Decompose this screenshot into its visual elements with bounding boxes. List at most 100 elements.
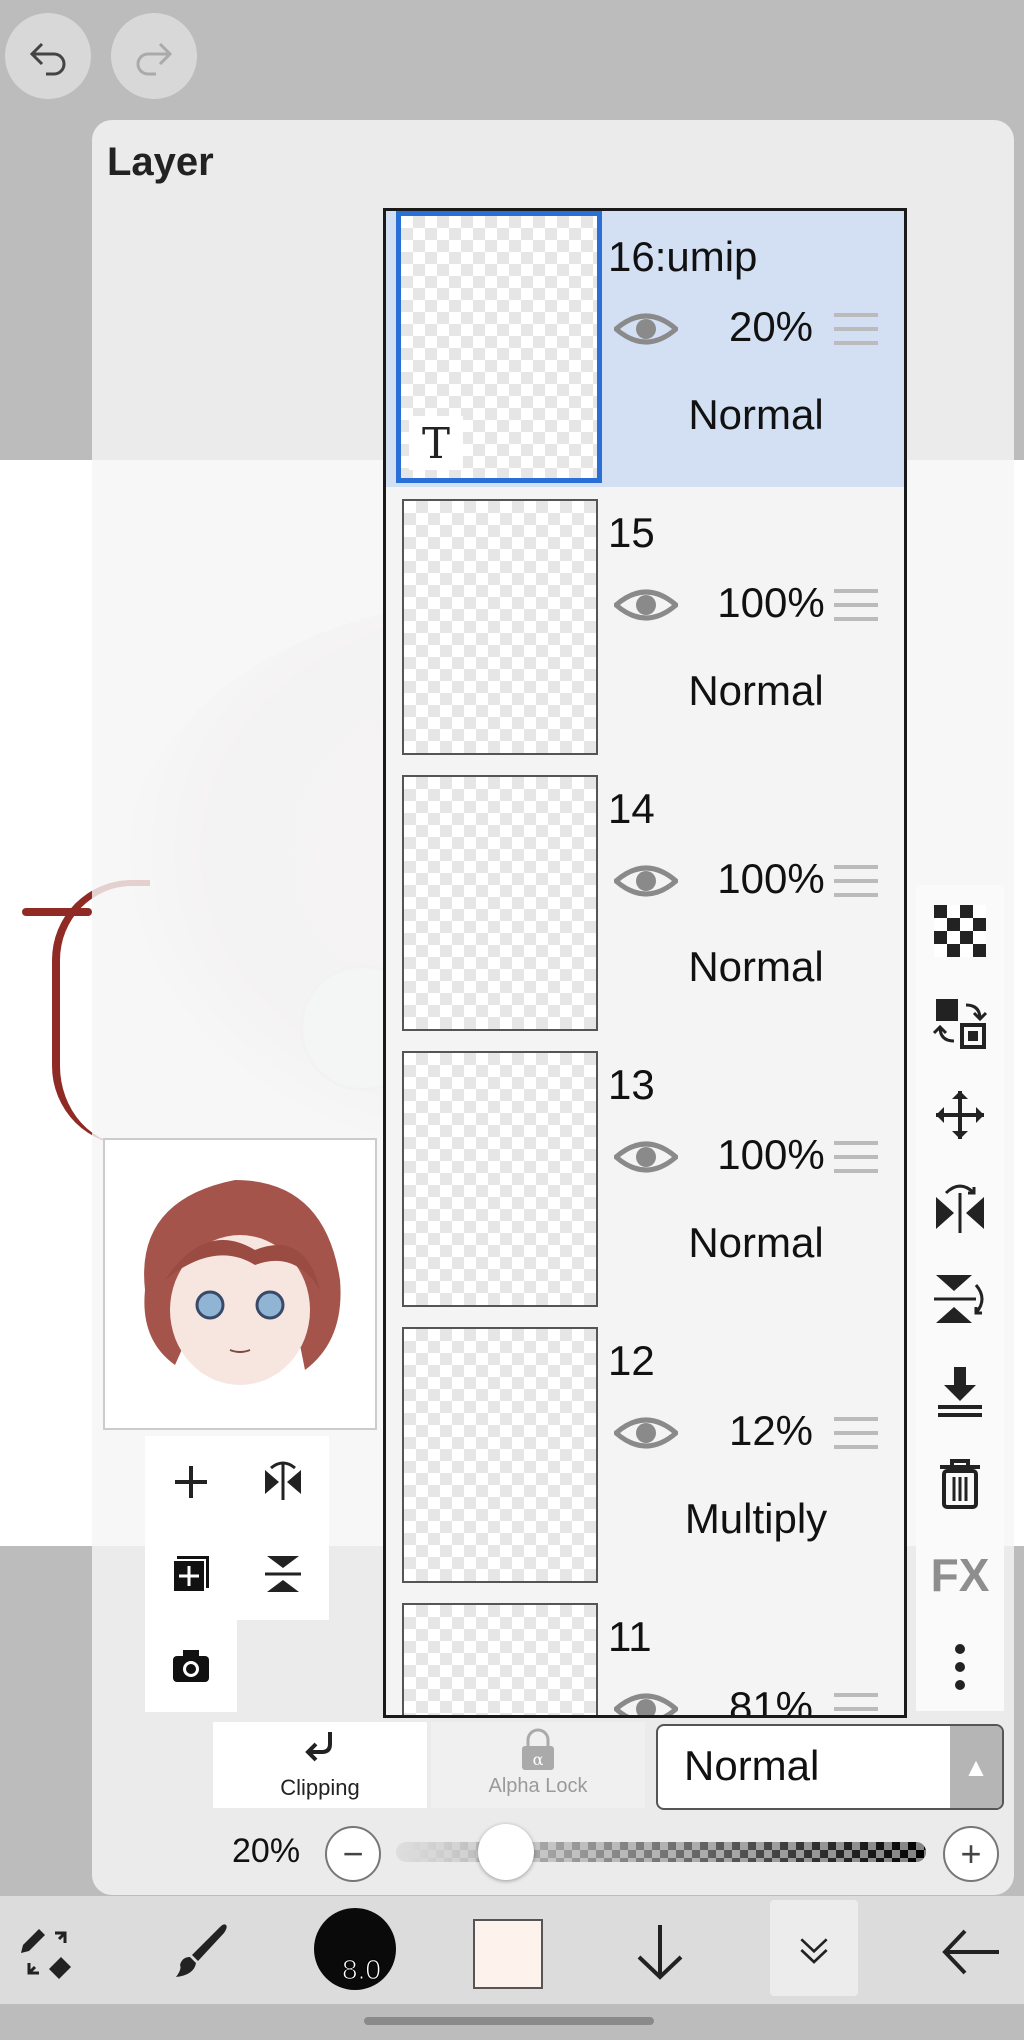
opacity-decrease-button[interactable]: − <box>325 1826 381 1882</box>
drag-handle-icon[interactable] <box>834 311 878 347</box>
character-thumbnail-image <box>144 1180 341 1385</box>
layer-name: 11 <box>608 1613 652 1660</box>
layer-opacity: 20% <box>728 303 814 350</box>
lock-icon: α <box>522 1728 554 1770</box>
move-button[interactable] <box>930 1085 990 1145</box>
visibility-eye-icon[interactable] <box>614 585 678 625</box>
layer-row-13[interactable]: 13 100% Normal <box>386 1039 904 1317</box>
drag-handle-icon[interactable] <box>834 1415 878 1451</box>
slider-checkerboard <box>396 1842 926 1862</box>
blend-mode-value: Normal <box>684 1742 820 1789</box>
triangle-up-icon[interactable]: ▲ <box>950 1726 1002 1808</box>
right-toolbar: FX <box>916 885 1004 1711</box>
visibility-eye-icon[interactable] <box>614 1689 678 1718</box>
arrow-left-icon <box>942 1929 999 1975</box>
layer-row-14[interactable]: 14 100% Normal <box>386 763 904 1041</box>
tool-switch-button[interactable] <box>8 1912 88 1992</box>
layer-row-15[interactable]: 15 100% Normal <box>386 487 904 765</box>
layer-swap-button[interactable] <box>930 993 990 1053</box>
fx-label: FX <box>930 1549 990 1601</box>
undo-icon <box>29 42 66 76</box>
scroll-down-button[interactable] <box>620 1912 700 1992</box>
layer-thumbnail <box>402 1327 598 1583</box>
visibility-eye-icon[interactable] <box>614 861 678 901</box>
plus-icon <box>175 1466 207 1498</box>
artwork-hair-tip <box>22 908 92 916</box>
layer-name: 16:umip <box>608 233 758 280</box>
drag-handle-icon[interactable] <box>834 587 878 623</box>
drag-handle-icon[interactable] <box>834 1691 878 1718</box>
flip-horizontal-icon <box>265 1461 301 1500</box>
layer-blend-mode: Normal <box>688 391 824 438</box>
brush-size-label: 8.0 <box>342 1954 382 1986</box>
alpha-lock-button[interactable]: α Alpha Lock <box>431 1722 645 1808</box>
transparency-button[interactable] <box>930 901 990 961</box>
merge-down-icon <box>938 1367 982 1417</box>
drag-handle-icon[interactable] <box>834 1139 878 1175</box>
add-layer-icon <box>172 1556 209 1593</box>
opacity-value-label: 20% <box>232 1832 301 1870</box>
brush-icon <box>176 1924 227 1977</box>
layer-blend-mode: Normal <box>688 1219 824 1266</box>
panel-title: Layer <box>107 140 214 184</box>
layer-row-12[interactable]: 12 12% Multiply <box>386 1315 904 1593</box>
flip-layer-vertical-button[interactable] <box>930 1269 990 1329</box>
more-options-button[interactable] <box>930 1637 990 1697</box>
plus-icon: + <box>960 1833 982 1874</box>
home-indicator[interactable] <box>364 2017 654 2025</box>
opacity-increase-button[interactable]: + <box>943 1826 999 1882</box>
double-chevron-down-icon <box>800 1938 828 1964</box>
clipping-button[interactable]: Clipping <box>213 1722 427 1808</box>
flip-layer-horizontal-button[interactable] <box>930 1177 990 1237</box>
opacity-slider-knob[interactable] <box>478 1824 534 1880</box>
flip-horizontal-icon <box>936 1184 984 1233</box>
opacity-slider-track[interactable] <box>396 1842 926 1862</box>
layer-thumbnail <box>402 775 598 1031</box>
flip-vertical-icon <box>265 1556 301 1592</box>
visibility-eye-icon[interactable] <box>614 309 678 349</box>
layer-row-11[interactable]: 11 81% <box>386 1591 904 1718</box>
layer-thumbnail: T <box>396 211 602 483</box>
visibility-eye-icon[interactable] <box>614 1137 678 1177</box>
layer-swap-icon <box>932 999 988 1049</box>
layer-opacity: 81% <box>728 1683 814 1718</box>
clipping-icon <box>305 1732 332 1762</box>
text-layer-badge: T <box>409 416 463 470</box>
layer-name: 14 <box>608 785 655 832</box>
trash-icon <box>940 1459 980 1509</box>
camera-icon <box>173 1650 209 1682</box>
brush-tool-button[interactable] <box>161 1912 241 1992</box>
merge-down-button[interactable] <box>930 1361 990 1421</box>
drag-handle-icon[interactable] <box>834 863 878 899</box>
layer-blend-mode: Normal <box>688 667 824 714</box>
blend-mode-select[interactable]: Normal ▲ <box>656 1724 1004 1810</box>
layer-blend-mode: Normal <box>688 943 824 990</box>
collapse-menu-button[interactable] <box>770 1900 858 1996</box>
arrow-down-icon <box>637 1925 683 1980</box>
redo-button[interactable] <box>111 13 197 99</box>
flip-vertical-button[interactable] <box>237 1528 329 1620</box>
delete-layer-button[interactable] <box>930 1453 990 1513</box>
undo-button[interactable] <box>5 13 91 99</box>
layer-opacity: 12% <box>728 1407 814 1454</box>
back-button[interactable] <box>930 1912 1010 1992</box>
color-swatch[interactable] <box>473 1919 543 1989</box>
layer-name: 13 <box>608 1061 655 1108</box>
visibility-eye-icon[interactable] <box>614 1413 678 1453</box>
layer-thumbnail <box>402 1603 598 1715</box>
layer-list[interactable]: T 16:umip 20% Normal 15 100% Normal 14 1… <box>383 208 907 1718</box>
camera-button[interactable] <box>145 1620 237 1712</box>
layer-thumbnail <box>402 1051 598 1307</box>
layer-row-16[interactable]: T 16:umip 20% Normal <box>386 211 904 489</box>
layer-blend-mode: Multiply <box>684 1495 828 1542</box>
clipping-label: Clipping <box>280 1775 360 1800</box>
checkerboard-icon <box>934 905 986 957</box>
add-layer-button[interactable] <box>145 1436 237 1528</box>
layer-thumbnail <box>402 499 598 755</box>
minus-icon: − <box>342 1833 364 1874</box>
flip-horizontal-button[interactable] <box>237 1436 329 1528</box>
canvas-thumbnail[interactable] <box>103 1138 377 1430</box>
layer-name: 15 <box>608 509 655 556</box>
fx-button[interactable]: FX <box>930 1545 990 1605</box>
add-layer-special-button[interactable] <box>145 1528 237 1620</box>
